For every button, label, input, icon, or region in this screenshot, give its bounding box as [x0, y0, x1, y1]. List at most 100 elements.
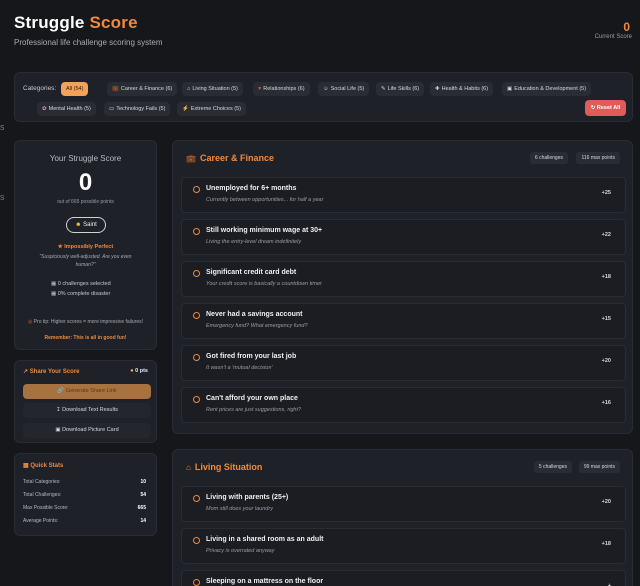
- chip-label: Mental Health (5): [48, 106, 91, 112]
- download-text-button[interactable]: ↧ Download Text Results: [23, 403, 151, 418]
- header: Struggle Score Professional life challen…: [0, 0, 640, 62]
- challenges-selected: ▦ 0 challenges selected: [51, 281, 111, 287]
- quick-stats-title-text: Quick Stats: [30, 463, 64, 469]
- challenge-desc: Emergency fund? What emergency fund?: [206, 323, 308, 329]
- chip-label: Living Situation (5): [192, 86, 238, 92]
- chip-label: Social Life (5): [330, 86, 365, 92]
- category-chip-mental-health[interactable]: ✿ Mental Health (5): [37, 102, 96, 116]
- share-title-text: Share Your Score: [29, 369, 80, 375]
- category-chip-education[interactable]: ▣ Education & Development (5): [502, 82, 592, 96]
- chip-label: Career & Finance (6): [120, 86, 173, 92]
- stat-label: Total Challenges:: [23, 492, 62, 498]
- chip-label: Technology Fails (5): [116, 106, 166, 112]
- stat-value: 10: [140, 479, 146, 485]
- challenge-points: +25: [601, 190, 611, 196]
- challenge-points: +16: [601, 400, 611, 406]
- your-score-title: Your Struggle Score: [49, 154, 122, 163]
- category-chip-extreme[interactable]: ⚡ Extreme Choices (5): [177, 102, 246, 116]
- challenge-radio[interactable]: [193, 186, 200, 193]
- share-title: ↗ Share Your Score: [23, 368, 80, 375]
- challenge-points: +18: [601, 541, 611, 547]
- stat-label: Total Categories:: [23, 479, 61, 485]
- briefcase-icon: 💼: [186, 154, 196, 163]
- challenge-radio[interactable]: [193, 537, 200, 544]
- stat-value: 54: [140, 492, 146, 498]
- stat-value: 665: [137, 505, 146, 511]
- rank-title-text: Impossibly Perfect: [64, 244, 114, 250]
- category-chip-relationships[interactable]: ♥ Relationships (6): [253, 82, 310, 96]
- challenge-name: Still working minimum wage at 30+: [206, 227, 323, 234]
- download-picture-button[interactable]: ▣ Download Picture Card: [23, 423, 151, 438]
- challenge-desc: It wasn't a 'mutual decision': [206, 365, 273, 371]
- category-filter-bar: Categories: All (54) 💼 Career & Finance (…: [14, 72, 633, 122]
- challenge-radio[interactable]: [193, 354, 200, 361]
- challenge-item[interactable]: Living in a shared room as an adult Priva…: [181, 528, 626, 564]
- app-subtitle: Professional life challenge scoring syst…: [14, 38, 163, 47]
- challenge-name: Can't afford your own place: [206, 395, 298, 402]
- laptop-icon: ▭: [109, 106, 115, 112]
- link-icon: 🔗: [57, 388, 66, 394]
- challenge-desc: Living the entry-level dream indefinitel…: [206, 239, 302, 245]
- briefcase-icon: 💼: [112, 86, 119, 92]
- category-chip-social[interactable]: ☺ Social Life (5): [318, 82, 370, 96]
- category-chip-technology[interactable]: ▭ Technology Fails (5): [104, 102, 171, 116]
- category-chip-living[interactable]: ⌂ Living Situation (5): [182, 82, 243, 96]
- brain-icon: ✿: [42, 106, 47, 112]
- challenge-radio[interactable]: [193, 312, 200, 319]
- challenge-item[interactable]: Sleeping on a mattress on the floor +: [181, 570, 626, 586]
- challenge-name: Unemployed for 6+ months: [206, 185, 297, 192]
- challenge-item[interactable]: Significant credit card debt Your credit …: [181, 261, 626, 297]
- challenge-desc: Privacy is overrated anyway: [206, 548, 275, 554]
- stat-label: Average Points:: [23, 518, 59, 524]
- category-chip-career[interactable]: 💼 Career & Finance (6): [107, 82, 178, 96]
- edge-text: s: [0, 192, 5, 202]
- generate-share-link-button[interactable]: 🔗 Generate Share Link: [23, 384, 151, 399]
- section-title-text: Career & Finance: [199, 153, 274, 163]
- stat-label: Max Possible Score:: [23, 505, 69, 511]
- category-chip-all[interactable]: All (54): [61, 82, 89, 96]
- challenge-name: Never had a savings account: [206, 311, 303, 318]
- challenge-radio[interactable]: [193, 396, 200, 403]
- your-score-value: 0: [78, 169, 93, 196]
- chip-label: Relationships (6): [263, 86, 305, 92]
- app-title-accent: Score: [89, 13, 138, 32]
- challenge-item[interactable]: Can't afford your own place Rent prices a…: [181, 387, 626, 423]
- reset-all-button[interactable]: ↻ Reset All: [585, 100, 626, 116]
- share-icon: ↗: [23, 369, 30, 375]
- challenge-item[interactable]: Never had a savings account Emergency fun…: [181, 303, 626, 339]
- challenge-item[interactable]: Living with parents (25+) Mom still does …: [181, 486, 626, 522]
- wrench-icon: ✎: [381, 86, 386, 92]
- reset-label: Reset All: [596, 105, 621, 111]
- section-challenges-count: 5 challenges: [533, 461, 572, 473]
- challenge-radio[interactable]: [193, 495, 200, 502]
- challenge-item[interactable]: Still working minimum wage at 30+ Living …: [181, 219, 626, 255]
- challenge-points: +18: [601, 274, 611, 280]
- download-text-label: Download Text Results: [62, 407, 118, 413]
- category-chip-health[interactable]: ✚ Health & Habits (6): [430, 82, 494, 96]
- section-career-finance: 💼 Career & Finance 6 challenges 116 max p…: [172, 140, 633, 434]
- current-score-value: 0: [623, 20, 630, 34]
- section-title: ⌂ Living Situation: [186, 462, 262, 472]
- challenge-radio[interactable]: [193, 579, 200, 586]
- challenge-item[interactable]: Unemployed for 6+ months Currently betwee…: [181, 177, 626, 213]
- stat-row: Total Challenges: 54: [23, 492, 146, 498]
- chip-label: Education & Development (5): [514, 86, 587, 92]
- generate-label: Generate Share Link: [65, 388, 117, 394]
- pro-tip: ◎ Pro tip: Higher scores = more impressi…: [27, 319, 144, 326]
- stat-row: Total Categories: 10: [23, 479, 146, 485]
- category-chip-life-skills[interactable]: ✎ Life Skills (6): [376, 82, 425, 96]
- challenge-radio[interactable]: [193, 270, 200, 277]
- heart-icon: ♥: [258, 86, 262, 92]
- challenge-name: Sleeping on a mattress on the floor: [206, 578, 324, 585]
- challenge-item[interactable]: Got fired from your last job It wasn't a …: [181, 345, 626, 381]
- rank-quote: "Suspiciously well-adjusted. Are you eve…: [39, 254, 132, 268]
- lightning-icon: ⚡: [182, 106, 189, 112]
- challenge-name: Got fired from your last job: [206, 353, 297, 360]
- rank-title: ★ Impossibly Perfect: [15, 244, 156, 250]
- pro-tip-text: Pro tip: Higher scores = more impressive…: [33, 319, 144, 325]
- people-icon: ☺: [323, 86, 329, 92]
- share-points: ● 0 pts: [130, 368, 148, 374]
- challenge-radio[interactable]: [193, 228, 200, 235]
- categories-label: Categories:: [23, 85, 57, 92]
- share-card: ↗ Share Your Score ● 0 pts 🔗 Generate Sh…: [14, 360, 157, 443]
